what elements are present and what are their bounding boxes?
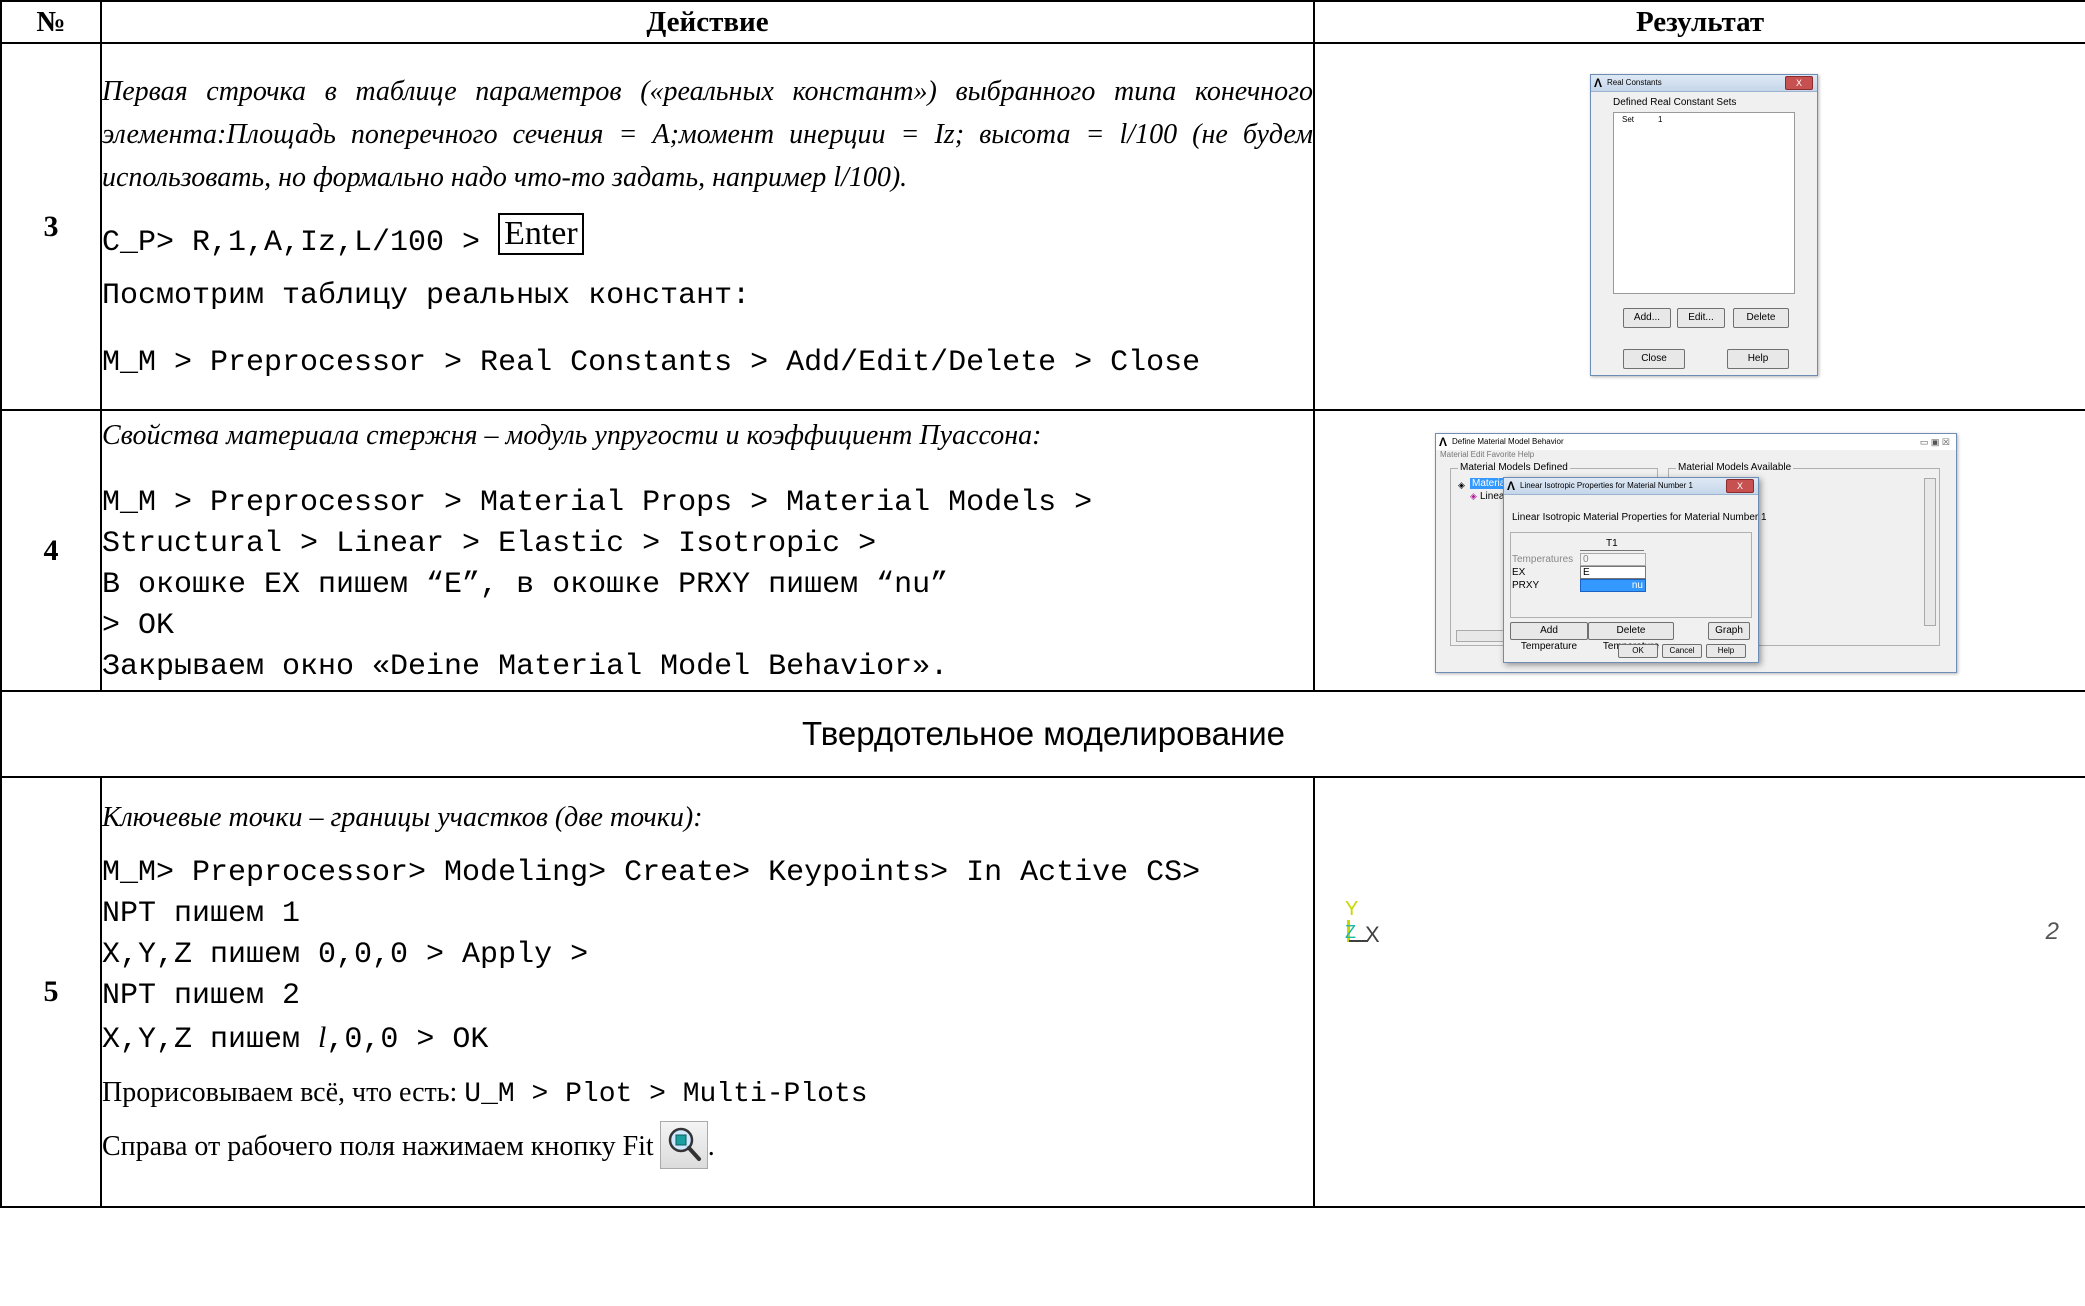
instruction-table: № Действие Результат 3 Первая строчка в … bbox=[0, 0, 2085, 1208]
action-cell: Свойства материала стержня – модуль упру… bbox=[100, 409, 1315, 692]
dialog-titlebar: Λ Linear Isotropic Properties for Materi… bbox=[1504, 478, 1758, 495]
line-5-part-c: ,0,0 > OK bbox=[326, 1023, 489, 1057]
table-row-4: 4 Свойства материала стержня – модуль уп… bbox=[0, 409, 2085, 692]
row-number: 5 bbox=[0, 776, 102, 1208]
instruction-line-5: Закрываем окно «Deine Material Model Beh… bbox=[102, 649, 949, 684]
vertical-scrollbar[interactable] bbox=[1924, 478, 1936, 626]
command-line: C_P> R,1,A,Iz,L/100 > bbox=[102, 225, 499, 260]
axis-label-x: X bbox=[1365, 922, 1380, 947]
keypoint-label: 2 bbox=[2045, 918, 2059, 945]
action-cell: Первая строчка в таблице параметров («ре… bbox=[100, 42, 1315, 411]
instruction-line-5: X,Y,Z пишем l,0,0 > OK bbox=[102, 1017, 1313, 1061]
header-num: № bbox=[0, 0, 102, 44]
plot-command: U_M > Plot > Multi-Plots bbox=[464, 1079, 868, 1110]
menu-path-line-1: M_M > Preprocessor > Material Props > Ma… bbox=[102, 485, 1093, 520]
fit-end: . bbox=[707, 1131, 715, 1162]
enter-key: Enter bbox=[498, 212, 584, 255]
row-number: 4 bbox=[0, 409, 102, 692]
keypoint-plot: Y Z X 2 bbox=[1315, 778, 2085, 1206]
menu-path-line-2: Structural > Linear > Elastic > Isotropi… bbox=[102, 526, 877, 561]
cancel-button[interactable]: Cancel bbox=[1662, 644, 1702, 658]
instruction-line-4: > OK bbox=[102, 608, 175, 643]
step-note: Посмотрим таблицу реальных констант: bbox=[102, 278, 751, 313]
available-group-label: Material Models Available bbox=[1676, 462, 1794, 473]
dialog-title: Linear Isotropic Properties for Material… bbox=[1520, 481, 1693, 490]
list-item-set[interactable]: Set bbox=[1622, 115, 1634, 124]
dialog-title: Real Constants bbox=[1607, 78, 1662, 87]
instruction-line-3: В окошке EX пишем “E”, в окошке PRXY пиш… bbox=[102, 567, 949, 602]
edit-button[interactable]: Edit... bbox=[1677, 308, 1725, 328]
ok-button[interactable]: OK bbox=[1618, 644, 1658, 658]
graph-button[interactable]: Graph bbox=[1708, 622, 1750, 640]
row-number: 3 bbox=[0, 42, 102, 411]
ex-field[interactable]: E bbox=[1580, 566, 1646, 579]
add-button[interactable]: Add... bbox=[1623, 308, 1671, 328]
add-temperature-button[interactable]: Add Temperature bbox=[1510, 622, 1588, 652]
temperatures-label: Temperatures bbox=[1512, 554, 1574, 565]
instruction-line-3: X,Y,Z пишем 0,0,0 > Apply > bbox=[102, 938, 589, 972]
result-cell: Y Z X 2 bbox=[1313, 776, 2085, 1208]
column-header-t1: T1 bbox=[1606, 538, 1618, 549]
close-button[interactable]: Close bbox=[1623, 349, 1685, 369]
action-cell: Ключевые точки – границы участков (две т… bbox=[100, 776, 1315, 1208]
step-description: Первая строчка в таблице параметров («ре… bbox=[102, 75, 1313, 193]
header-result: Результат bbox=[1313, 0, 2085, 44]
list-item-number[interactable]: 1 bbox=[1658, 115, 1662, 124]
instruction-line-2: NPT пишем 1 bbox=[102, 897, 301, 931]
table-row-3: 3 Первая строчка в таблице параметров («… bbox=[0, 42, 2085, 411]
close-icon[interactable]: X bbox=[1726, 479, 1754, 493]
ex-label: EX bbox=[1512, 567, 1526, 578]
help-button[interactable]: Help bbox=[1727, 349, 1789, 369]
menu-path-line-1: M_M> Preprocessor> Modeling> Create> Key… bbox=[102, 856, 1201, 890]
fit-text: Справа от рабочего поля нажимаем кнопку … bbox=[102, 1131, 654, 1162]
step-description: Ключевые точки – границы участков (две т… bbox=[102, 802, 703, 833]
delete-temperature-button[interactable]: Delete Temperature bbox=[1588, 622, 1674, 652]
fit-instruction: Справа от рабочего поля нажимаем кнопку … bbox=[102, 1121, 1313, 1169]
window-controls-icon[interactable]: ▭ ▣ ☒ bbox=[1920, 434, 1950, 450]
prxy-field[interactable]: nu bbox=[1580, 579, 1646, 592]
group-label: Defined Real Constant Sets bbox=[1613, 97, 1737, 108]
axis-label-y: Y bbox=[1345, 898, 1359, 920]
result-cell: Λ Define Material Model Behavior ▭ ▣ ☒ M… bbox=[1313, 409, 2085, 692]
sets-list[interactable]: Set 1 bbox=[1613, 112, 1795, 294]
menu-path: M_M > Preprocessor > Real Constants > Ad… bbox=[102, 345, 1201, 380]
delete-button[interactable]: Delete bbox=[1733, 308, 1789, 328]
properties-heading: Linear Isotropic Material Properties for… bbox=[1512, 512, 1767, 523]
header-action: Действие bbox=[100, 0, 1315, 44]
fit-zoom-icon bbox=[659, 1121, 708, 1169]
plot-instruction: Прорисовываем всё, что есть: U_M > Plot … bbox=[102, 1071, 1313, 1115]
x-axis-line bbox=[1349, 940, 1367, 942]
ansys-logo-icon: Λ bbox=[1594, 76, 1603, 90]
plot-text: Прорисовываем всё, что есть: bbox=[102, 1077, 465, 1108]
tree-leaf-icon: ◈ bbox=[1470, 491, 1477, 501]
section-row: Твердотельное моделирование bbox=[0, 690, 2085, 778]
prxy-label: PRXY bbox=[1512, 580, 1540, 591]
triad-axes: Y Z X bbox=[1345, 898, 1425, 947]
ansys-logo-icon: Λ bbox=[1439, 435, 1448, 449]
column-underline bbox=[1580, 550, 1644, 551]
real-constants-dialog: Λ Real Constants X Defined Real Constant… bbox=[1590, 74, 1818, 376]
section-title: Твердотельное моделирование bbox=[0, 690, 2085, 778]
dialog-titlebar: Λ Real Constants X bbox=[1591, 75, 1817, 92]
header-row: № Действие Результат bbox=[0, 0, 2085, 44]
help-button[interactable]: Help bbox=[1706, 644, 1746, 658]
menu-bar[interactable]: Material Edit Favorite Help bbox=[1440, 450, 1534, 459]
temperatures-field[interactable]: 0 bbox=[1580, 553, 1646, 566]
ansys-logo-icon: Λ bbox=[1507, 479, 1516, 493]
tree-folder-icon: ◈ bbox=[1458, 480, 1465, 490]
isotropic-properties-dialog: Λ Linear Isotropic Properties for Materi… bbox=[1503, 477, 1767, 663]
step-description: Свойства материала стержня – модуль упру… bbox=[102, 419, 1042, 451]
result-cell: Λ Real Constants X Defined Real Constant… bbox=[1313, 42, 2085, 411]
window-titlebar: Λ Define Material Model Behavior ▭ ▣ ☒ bbox=[1436, 434, 1956, 450]
window-title: Define Material Model Behavior bbox=[1452, 437, 1564, 446]
defined-group-label: Material Models Defined bbox=[1458, 462, 1570, 473]
line-5-part-a: X,Y,Z пишем bbox=[102, 1023, 319, 1057]
instruction-line-4: NPT пишем 2 bbox=[102, 979, 301, 1013]
close-icon[interactable]: X bbox=[1785, 76, 1813, 90]
table-row-5: 5 Ключевые точки – границы участков (две… bbox=[0, 776, 2085, 1208]
